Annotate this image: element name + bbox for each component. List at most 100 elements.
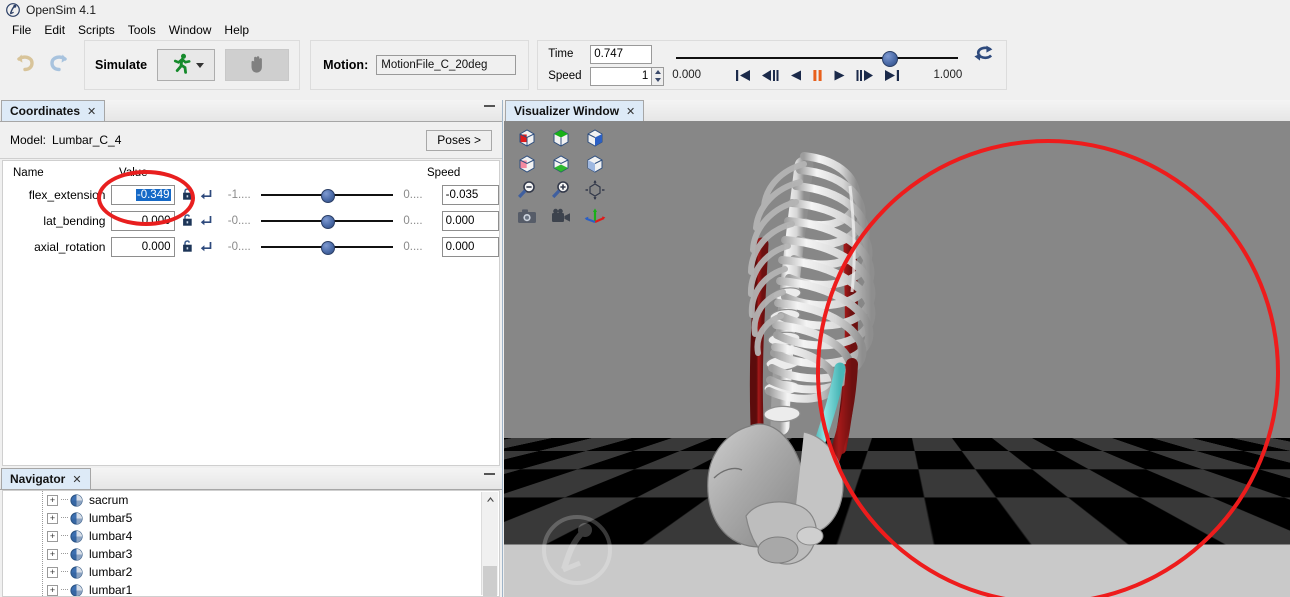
stepper-up-icon[interactable] xyxy=(652,68,663,77)
tab-navigator[interactable]: Navigator ✕ xyxy=(1,468,91,489)
time-slider-thumb[interactable] xyxy=(881,50,898,67)
time-input[interactable]: 0.747 xyxy=(590,44,653,64)
hand-tool-button[interactable] xyxy=(225,49,290,81)
tree-item-lumbar5[interactable]: + lumbar5 xyxy=(3,509,481,527)
coordinates-tabstrip: Coordinates ✕ xyxy=(0,100,502,122)
tree-connector-icon xyxy=(61,535,68,537)
opensim-watermark-icon xyxy=(540,513,614,587)
coordinate-speed-input[interactable]: 0.000 xyxy=(441,237,499,257)
reset-arrow-icon[interactable] xyxy=(199,187,213,204)
view-front-icon[interactable] xyxy=(512,126,542,150)
expander-icon[interactable]: + xyxy=(47,512,58,524)
tree-connector-icon xyxy=(61,553,68,555)
tree-item-lumbar4[interactable]: + lumbar4 xyxy=(3,527,481,545)
loop-toggle-button[interactable] xyxy=(972,43,996,66)
undo-redo-toolbar xyxy=(4,40,80,88)
view-bottom-icon[interactable] xyxy=(546,152,576,176)
toggle-axes-icon[interactable] xyxy=(580,204,610,228)
expander-icon[interactable]: + xyxy=(47,548,58,560)
view-side-icon[interactable] xyxy=(580,126,610,150)
chevron-up-icon[interactable] xyxy=(482,492,498,507)
expander-icon[interactable]: + xyxy=(47,530,58,542)
menu-edit[interactable]: Edit xyxy=(38,22,72,39)
close-icon[interactable]: ✕ xyxy=(72,473,81,486)
close-icon[interactable]: ✕ xyxy=(87,105,96,118)
stepper-down-icon[interactable] xyxy=(652,76,663,85)
visualizer-tabstrip: Visualizer Window ✕ xyxy=(504,100,1290,122)
time-slider[interactable] xyxy=(672,49,962,67)
record-video-icon[interactable] xyxy=(546,204,576,228)
run-simulation-button[interactable] xyxy=(157,49,216,81)
tree-item-lumbar3[interactable]: + lumbar3 xyxy=(3,545,481,563)
coordinate-slider[interactable] xyxy=(259,187,396,203)
menu-window[interactable]: Window xyxy=(163,22,219,39)
tree-item-lumbar1[interactable]: + lumbar1 xyxy=(3,581,481,596)
minimize-icon[interactable] xyxy=(484,473,495,475)
view-top-icon[interactable] xyxy=(546,126,576,150)
coordinate-value-input[interactable]: 0.000 xyxy=(111,237,175,257)
expander-icon[interactable]: + xyxy=(47,584,58,596)
skip-to-start-button[interactable] xyxy=(735,69,752,82)
snapshot-camera-icon[interactable] xyxy=(512,204,542,228)
motion-file-field[interactable]: MotionFile_C_20deg xyxy=(376,55,517,75)
coordinate-speed-input[interactable]: 0.000 xyxy=(441,211,499,231)
navigator-scrollbar[interactable] xyxy=(481,492,498,596)
coordinate-slider[interactable] xyxy=(259,213,396,229)
undo-button[interactable] xyxy=(8,47,42,81)
close-icon[interactable]: ✕ xyxy=(626,105,635,118)
menu-scripts[interactable]: Scripts xyxy=(72,22,122,39)
play-backward-button[interactable] xyxy=(789,69,802,82)
scrollbar-thumb[interactable] xyxy=(483,566,497,596)
reset-arrow-icon[interactable] xyxy=(199,239,213,256)
expander-icon[interactable]: + xyxy=(47,566,58,578)
coordinate-value-input[interactable]: -0.349 xyxy=(111,185,175,205)
step-back-fast-button[interactable] xyxy=(761,69,780,82)
hand-tool-icon xyxy=(246,53,268,78)
poses-button[interactable]: Poses > xyxy=(426,129,492,151)
fit-view-icon[interactable] xyxy=(580,178,610,202)
tree-item-lumbar2[interactable]: + lumbar2 xyxy=(3,563,481,581)
tree-item-label: sacrum xyxy=(89,493,129,507)
reset-arrow-icon[interactable] xyxy=(199,213,213,230)
redo-button[interactable] xyxy=(42,47,76,81)
coordinate-slider-thumb[interactable] xyxy=(321,189,336,203)
menu-file[interactable]: File xyxy=(6,22,38,39)
coordinate-slider-thumb[interactable] xyxy=(321,241,336,255)
chevron-down-icon[interactable] xyxy=(195,62,204,68)
column-header-value: Value xyxy=(119,166,148,179)
menu-help[interactable]: Help xyxy=(218,22,256,39)
coordinate-value-input[interactable]: 0.000 xyxy=(111,211,175,231)
tab-navigator-label: Navigator xyxy=(10,472,66,486)
tab-visualizer-window[interactable]: Visualizer Window ✕ xyxy=(505,100,645,121)
menu-tools[interactable]: Tools xyxy=(122,22,163,39)
model-row: Model: Lumbar_C_4 Poses > xyxy=(0,122,502,159)
coordinate-slider-thumb[interactable] xyxy=(321,215,336,229)
expander-icon[interactable]: + xyxy=(47,494,58,506)
view-back-icon[interactable] xyxy=(512,152,542,176)
skip-to-end-button[interactable] xyxy=(883,69,900,82)
column-header-name: Name xyxy=(13,166,44,179)
tree-item-label: lumbar5 xyxy=(89,511,133,525)
menu-bar: File Edit Scripts Tools Window Help xyxy=(0,20,1290,40)
play-forward-button[interactable] xyxy=(833,69,846,82)
navigator-panel: Navigator ✕ + sacrum + lumbar5 + lumbar4… xyxy=(0,468,503,597)
padlock-open-icon[interactable] xyxy=(181,187,195,204)
coordinate-speed-input[interactable]: -0.035 xyxy=(441,185,499,205)
coordinate-slider[interactable] xyxy=(259,239,396,255)
padlock-open-icon[interactable] xyxy=(181,213,195,230)
pause-button[interactable] xyxy=(811,69,824,82)
zoom-out-icon[interactable] xyxy=(512,178,542,202)
undo-icon xyxy=(12,50,38,79)
view-other-side-icon[interactable] xyxy=(580,152,610,176)
visualizer-viewport[interactable] xyxy=(504,121,1290,597)
step-forward-fast-button[interactable] xyxy=(855,69,874,82)
speed-stepper[interactable] xyxy=(652,66,665,86)
tab-coordinates[interactable]: Coordinates ✕ xyxy=(1,100,106,121)
minimize-icon[interactable] xyxy=(484,105,495,107)
zoom-in-icon[interactable] xyxy=(546,178,576,202)
padlock-open-icon[interactable] xyxy=(181,239,195,256)
tab-coordinates-label: Coordinates xyxy=(10,104,81,118)
tree-item-sacrum[interactable]: + sacrum xyxy=(3,491,481,509)
body-node-icon xyxy=(70,529,83,543)
speed-input[interactable]: 1 xyxy=(590,66,653,86)
